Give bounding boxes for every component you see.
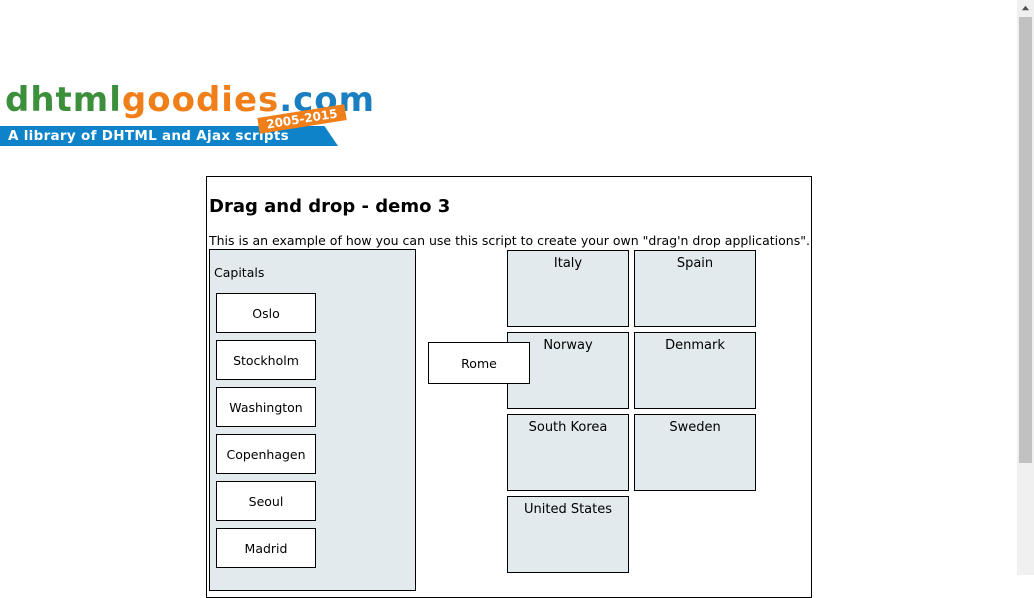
capitals-label: Capitals — [214, 265, 265, 280]
intro-text: This is an example of how you can use th… — [209, 233, 810, 248]
logo-tagline: A library of DHTML and Ajax scripts — [8, 128, 289, 144]
country-italy[interactable]: Italy — [507, 250, 629, 327]
capital-rome-dragging[interactable]: Rome — [428, 342, 530, 384]
capital-stockholm[interactable]: Stockholm — [216, 340, 316, 380]
page-title: Drag and drop - demo 3 — [209, 196, 451, 217]
site-logo[interactable]: dhtmlgoodies.com A library of DHTML and … — [0, 78, 374, 150]
capital-washington[interactable]: Washington — [216, 387, 316, 427]
logo-part-dhtml: dhtml — [5, 80, 122, 120]
country-south-korea[interactable]: South Korea — [507, 414, 629, 491]
country-denmark[interactable]: Denmark — [634, 332, 756, 409]
capital-copenhagen[interactable]: Copenhagen — [216, 434, 316, 474]
vertical-scrollbar[interactable] — [1017, 0, 1034, 575]
demo-container: Drag and drop - demo 3 This is an exampl… — [206, 176, 812, 598]
capital-oslo[interactable]: Oslo — [216, 293, 316, 333]
capitals-panel[interactable]: Capitals Oslo Stockholm Washington Copen… — [209, 249, 416, 591]
capital-seoul[interactable]: Seoul — [216, 481, 316, 521]
logo-part-goodies: goodies — [121, 80, 280, 120]
scrollbar-thumb[interactable] — [1019, 17, 1032, 463]
scroll-up-arrow-icon[interactable] — [1017, 0, 1034, 17]
country-sweden[interactable]: Sweden — [634, 414, 756, 491]
capital-madrid[interactable]: Madrid — [216, 528, 316, 568]
country-spain[interactable]: Spain — [634, 250, 756, 327]
country-united-states[interactable]: United States — [507, 496, 629, 573]
